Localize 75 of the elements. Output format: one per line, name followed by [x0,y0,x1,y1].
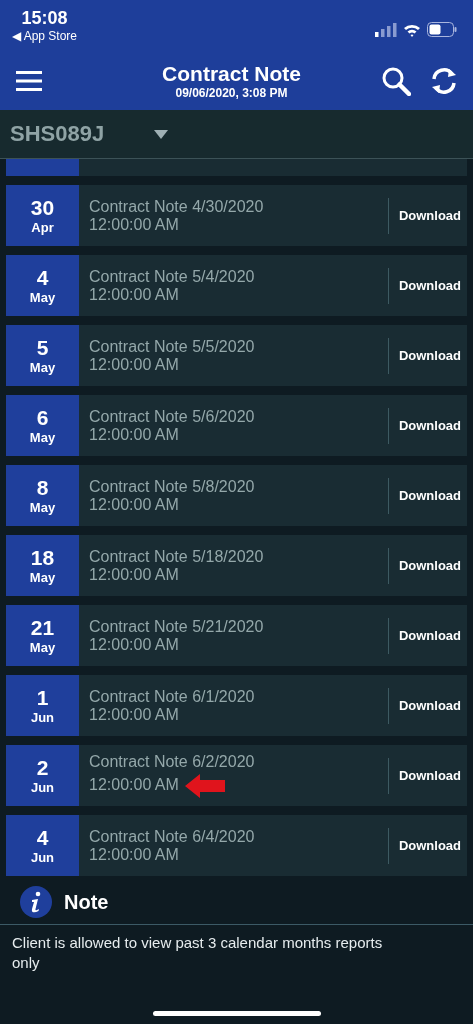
download-button[interactable]: Download [387,477,467,514]
note-time: 12:00:00 AM [89,775,179,794]
note-time: 12:00:00 AM [89,565,179,584]
note-card[interactable]: 21 May Contract Note 5/21/2020 12:00:00 AM Download [6,605,467,666]
date-day: 6 [36,406,49,430]
date-day: 2 [36,756,49,780]
note-title: Contract Note 6/1/2020 [89,687,256,706]
note-card[interactable]: 18 May Contract Note 5/18/2020 12:00:00 AM Download [6,535,467,596]
date-month: Jun [30,710,55,725]
date-day: 8 [36,476,49,500]
date-month: May [29,430,56,445]
date-month: Jun [30,780,55,795]
note-heading: Note [64,890,109,914]
note-title: Contract Note 5/4/2020 [89,267,256,286]
note-card[interactable]: 4 May Contract Note 5/4/2020 12:00:00 AM Download [6,255,467,316]
date-day: 4 [36,266,49,290]
note-card[interactable]: 2 Jun Contract Note 6/2/2020 12:00:00 AM Download [6,745,467,806]
search-icon[interactable] [381,66,411,96]
note-title: Contract Note 5/5/2020 [89,337,256,356]
note-time: 12:00:00 AM [89,355,179,374]
download-button[interactable]: Download [387,197,467,234]
note-text: Client is allowed to view past 3 calendar months reports only [12,933,384,973]
note-time: 12:00:00 AM [89,215,179,234]
info-icon [20,886,52,918]
note-time: 12:00:00 AM [89,495,179,514]
download-button[interactable]: Download [387,547,467,584]
caret-icon [154,129,169,139]
menu-icon[interactable] [16,71,42,91]
note-title: Contract Note 5/18/2020 [89,547,265,566]
note-title: Contract Note 6/2/2020 [89,752,256,771]
note-title: Contract Note 5/8/2020 [89,477,256,496]
page-title: Contract Note [162,62,301,86]
date-month: Apr [31,220,54,235]
note-time: 12:00:00 AM [89,425,179,444]
note-title: Contract Note 4/30/2020 [89,197,265,216]
download-button[interactable]: Download [387,337,467,374]
date-month: May [29,640,56,655]
note-time: 12:00:00 AM [89,285,179,304]
date-month: May [29,360,56,375]
download-button[interactable]: Download [387,827,467,864]
battery-icon [427,22,457,37]
date-day: 21 [30,616,55,640]
wifi-icon [403,22,421,37]
note-card[interactable]: 1 Jun Contract Note 6/1/2020 12:00:00 AM Download [6,675,467,736]
download-button[interactable]: Download [387,617,467,654]
refresh-icon[interactable] [429,66,459,96]
date-month: May [29,570,56,585]
download-button[interactable]: Download [387,407,467,444]
note-card[interactable]: 4 Jun Contract Note 6/4/2020 12:00:00 AM Download [6,815,467,876]
date-day: 30 [30,196,55,220]
note-card[interactable]: 6 May Contract Note 5/6/2020 12:00:00 AM Download [6,395,467,456]
signal-icon [375,22,397,37]
note-time: 12:00:00 AM [89,705,179,724]
page-timestamp: 09/06/2020, 3:08 PM [175,86,288,100]
date-day: 1 [36,686,49,710]
back-to-app-link[interactable]: ◀ App Store [12,29,78,43]
status-time: 15:08 [21,8,68,29]
note-title: Contract Note 5/6/2020 [89,407,256,426]
date-month: May [29,290,56,305]
date-day: 18 [30,546,55,570]
note-card[interactable]: 5 May Contract Note 5/5/2020 12:00:00 AM Download [6,325,467,386]
date-month: May [29,500,56,515]
date-day: 4 [36,826,49,850]
note-title: Contract Note 5/21/2020 [89,617,265,636]
note-card[interactable]: 30 Apr Contract Note 4/30/2020 12:00:00 AM Download [6,185,467,246]
note-title: Contract Note 6/4/2020 [89,827,256,846]
date-month: Jun [30,850,55,865]
account-dropdown[interactable]: SHS089J [0,110,473,159]
download-button[interactable]: Download [387,267,467,304]
download-button[interactable]: Download [387,687,467,724]
download-button[interactable]: Download [387,757,467,794]
note-time: 12:00:00 AM [89,635,179,654]
note-time: 12:00:00 AM [89,845,179,864]
date-day: 5 [36,336,49,360]
note-card[interactable]: 8 May Contract Note 5/8/2020 12:00:00 AM Download [6,465,467,526]
